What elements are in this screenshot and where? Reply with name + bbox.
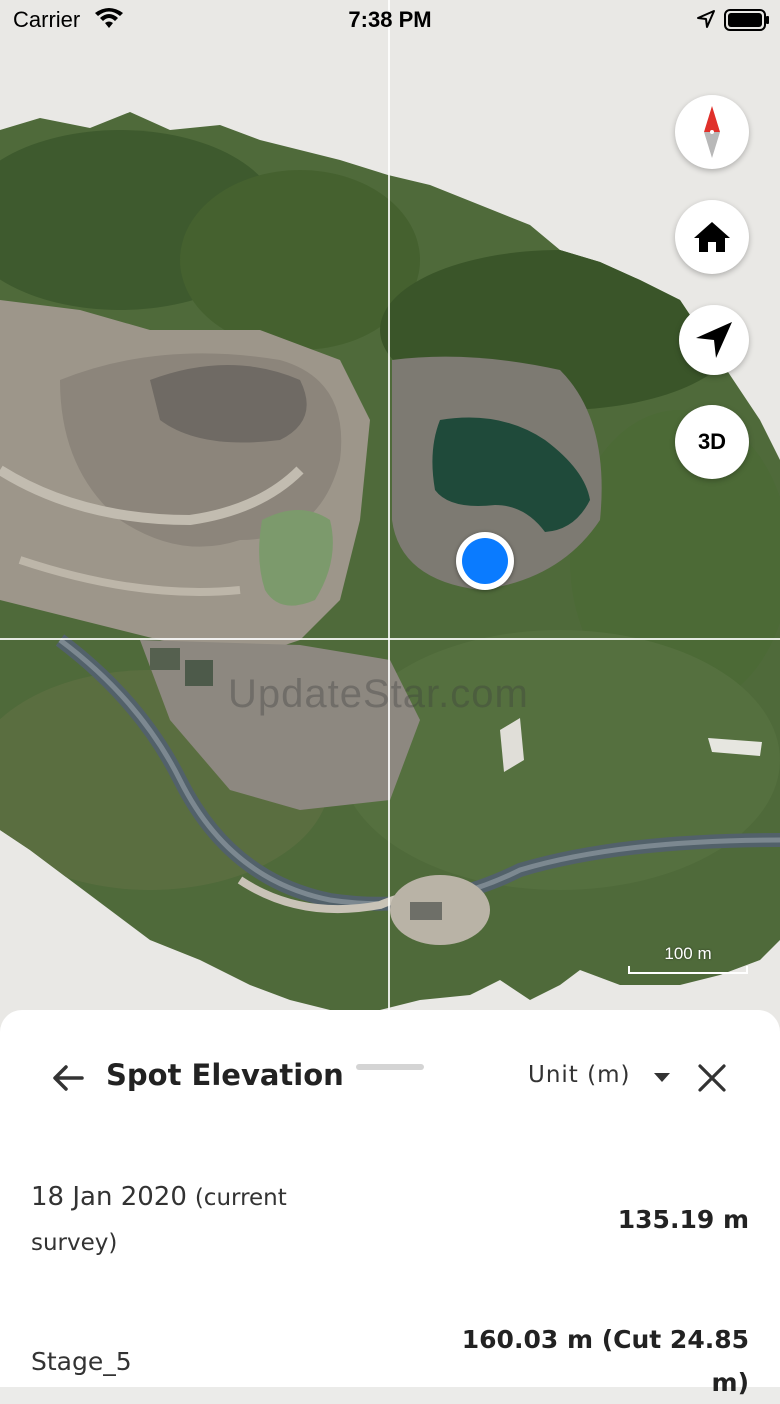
locate-me-button[interactable] bbox=[679, 305, 749, 375]
location-services-icon bbox=[697, 10, 715, 28]
compass-icon bbox=[704, 106, 720, 158]
battery-icon bbox=[724, 9, 769, 31]
dropdown-caret-icon[interactable] bbox=[654, 1073, 670, 1082]
compass-button[interactable] bbox=[675, 95, 749, 169]
crosshair-vertical bbox=[388, 0, 390, 1010]
crosshair-horizontal bbox=[0, 638, 780, 640]
survey-date: 18 Jan 2020 bbox=[31, 1182, 187, 1212]
aerial-imagery bbox=[0, 112, 780, 1010]
clock: 7:38 PM bbox=[348, 7, 432, 32]
spot-elevation-sheet: Spot Elevation Unit (m) 18 Jan 2020 (cur… bbox=[0, 1010, 780, 1397]
unit-dropdown[interactable]: Unit (m) bbox=[528, 1062, 630, 1088]
back-arrow-icon[interactable] bbox=[48, 1058, 88, 1098]
sheet-grabber[interactable] bbox=[356, 1064, 424, 1070]
elevation-value-cut: 160.03 m (Cut 24.85 m) bbox=[461, 1325, 749, 1397]
home-button[interactable] bbox=[675, 200, 749, 274]
home-icon bbox=[694, 222, 730, 252]
survey-label: 18 Jan 2020 (current survey) bbox=[31, 1175, 361, 1265]
scale-label: 100 m bbox=[664, 944, 712, 963]
sheet-title: Spot Elevation bbox=[106, 1058, 344, 1092]
stage-name: Stage_5 bbox=[31, 1347, 132, 1376]
map-view[interactable]: UpdateStar.com 3D 100 m bbox=[0, 0, 780, 1040]
elevation-value: 135.19 m bbox=[617, 1205, 749, 1234]
watermark: UpdateStar.com bbox=[228, 672, 529, 716]
status-bar: Carrier 7:38 PM bbox=[0, 0, 780, 40]
3d-toggle-button[interactable]: 3D bbox=[675, 405, 749, 479]
scale-bar-line bbox=[628, 966, 748, 974]
current-location-dot bbox=[456, 532, 514, 590]
scale-bar: 100 m bbox=[628, 944, 748, 976]
navigation-arrow-icon bbox=[696, 322, 732, 358]
close-icon[interactable] bbox=[696, 1062, 728, 1094]
